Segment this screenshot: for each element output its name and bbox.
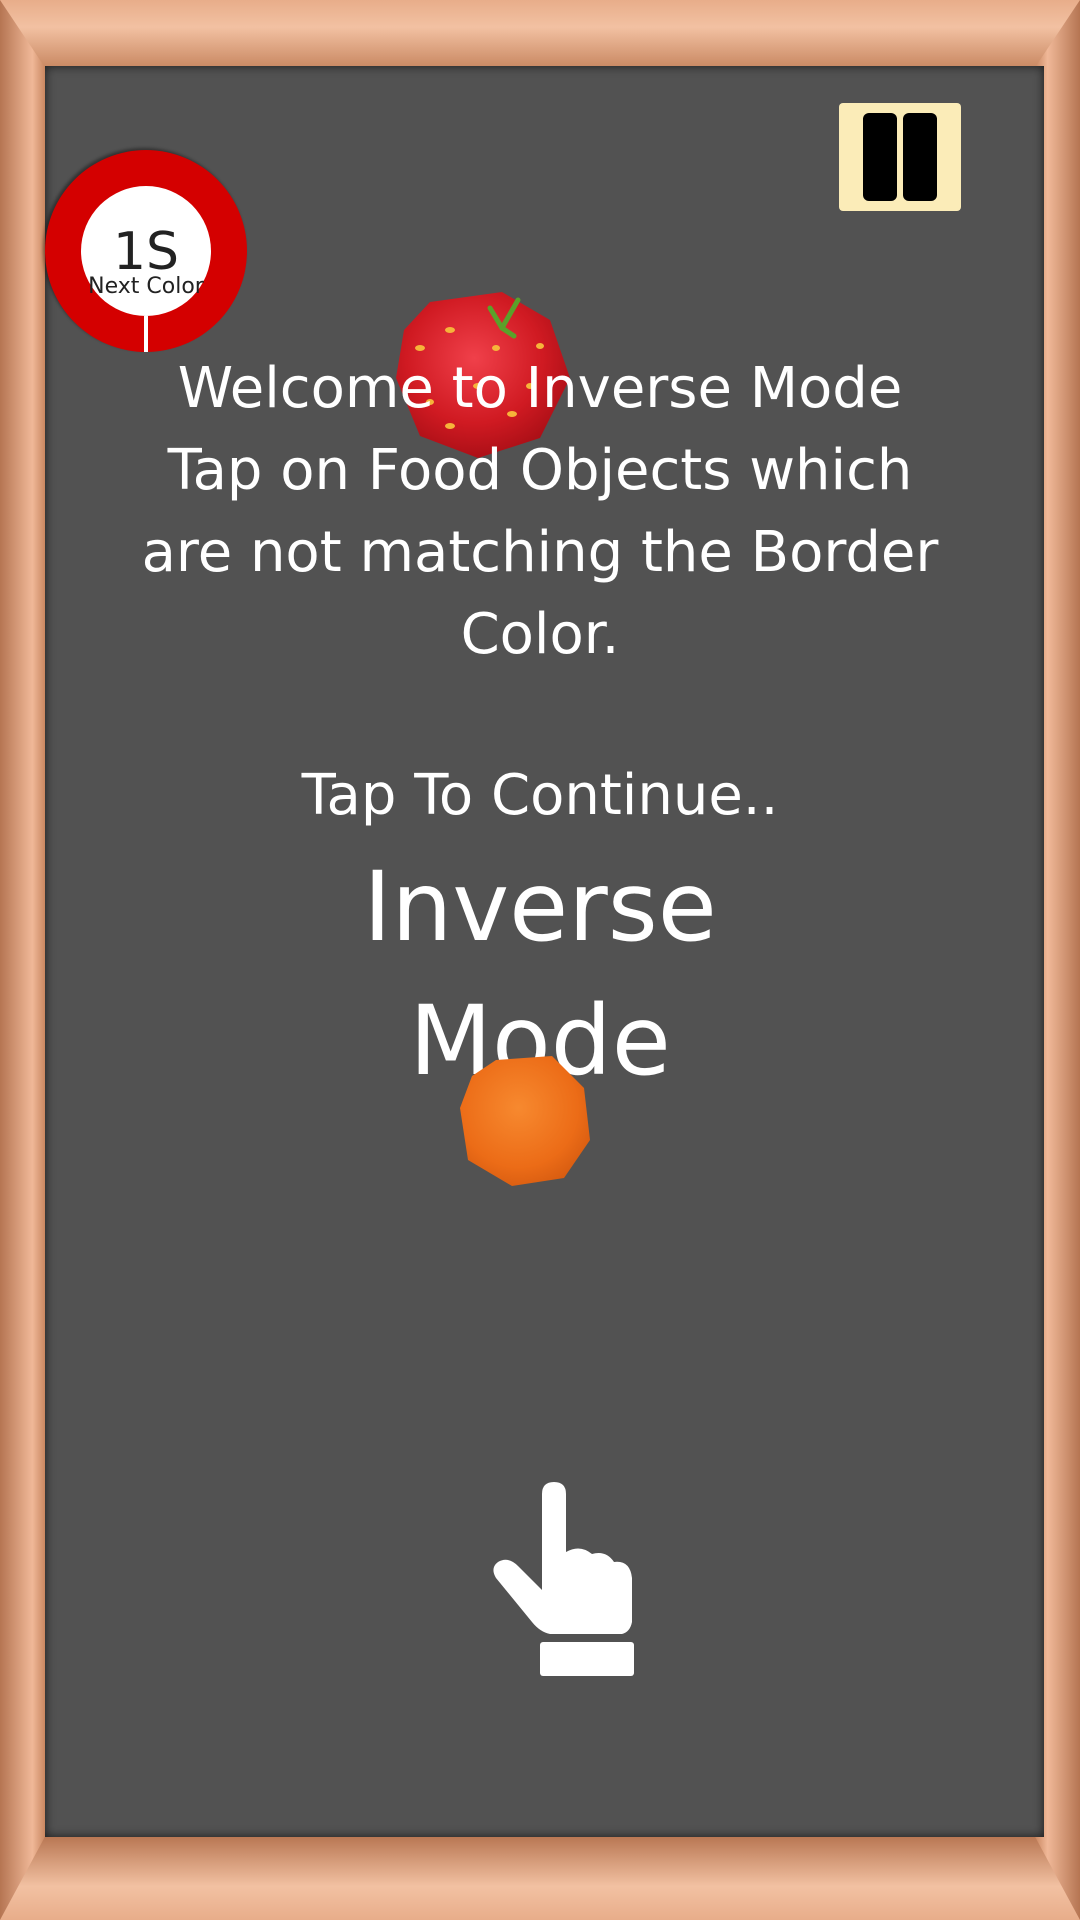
instruction-line: Tap on Food Objects which <box>167 438 913 503</box>
timer-notch <box>144 316 148 352</box>
tap-hand-icon <box>493 1482 634 1676</box>
instruction-line: Color. <box>460 602 620 667</box>
instruction-line: are not matching the Border <box>141 520 939 585</box>
instruction-line: Welcome to Inverse Mode <box>177 356 903 421</box>
timer-count: 1S <box>112 222 180 282</box>
timer-label: Next Color <box>88 274 204 299</box>
frame-top-edge <box>0 0 1080 68</box>
pause-button[interactable] <box>839 103 961 211</box>
tap-to-continue[interactable]: Tap To Continue.. <box>60 758 1020 834</box>
instruction-message: Welcome to Inverse Mode Tap on Food Obje… <box>60 348 1020 676</box>
orange-icon[interactable] <box>456 1052 592 1188</box>
next-color-timer: 1S Next Color <box>45 150 247 352</box>
frame-bottom-edge <box>0 1836 1080 1920</box>
mode-title-line: Inverse <box>363 851 717 963</box>
